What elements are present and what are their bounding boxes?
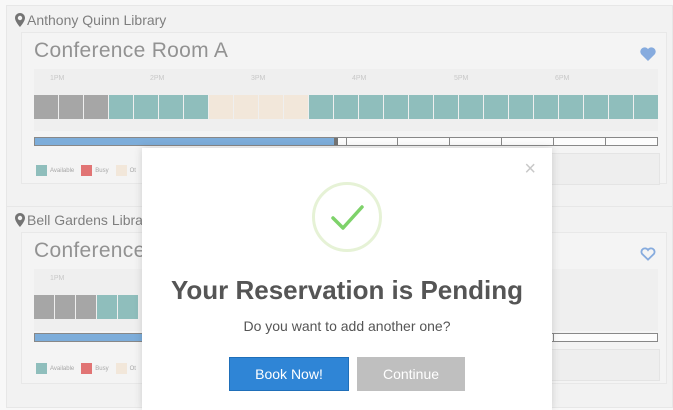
modal-message: Do you want to add another one? <box>243 318 451 334</box>
modal-title: Your Reservation is Pending <box>170 275 524 305</box>
reservation-pending-modal: × Your Reservation is Pending Do you wan… <box>142 148 552 410</box>
checkmark-icon <box>331 205 364 230</box>
close-icon[interactable]: × <box>524 159 536 179</box>
success-circle <box>312 182 382 252</box>
book-now-button[interactable]: Book Now! <box>229 357 349 391</box>
continue-button[interactable]: Continue <box>357 357 465 391</box>
